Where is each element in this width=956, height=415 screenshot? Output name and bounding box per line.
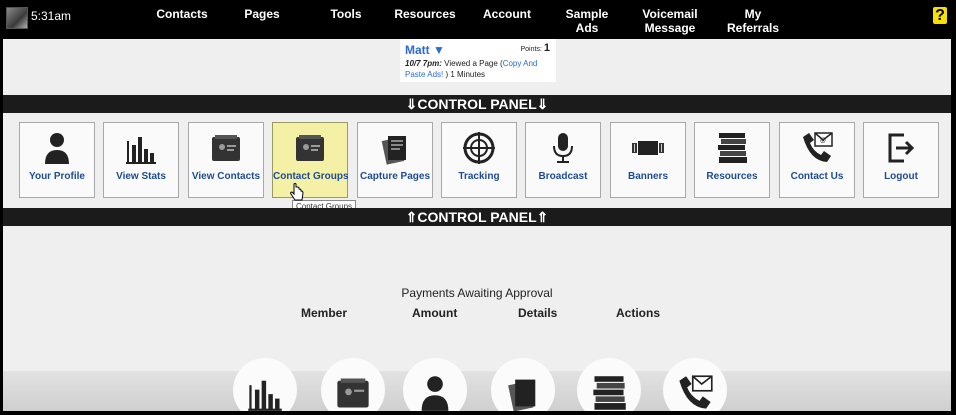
hand-cursor-icon bbox=[290, 183, 304, 201]
nav-sample-ads[interactable]: Sample Ads bbox=[557, 7, 617, 35]
person-icon bbox=[421, 376, 449, 411]
tile-contact-us[interactable]: @ Contact Us bbox=[779, 122, 855, 198]
nav-tools[interactable]: Tools bbox=[316, 7, 376, 21]
pages-stack-icon bbox=[508, 379, 536, 411]
points-counter: Points: 1 bbox=[520, 42, 550, 54]
books-icon bbox=[593, 376, 626, 410]
card-file-icon bbox=[337, 378, 369, 408]
avatar[interactable] bbox=[6, 7, 28, 29]
bottom-dock bbox=[3, 371, 951, 411]
card-file-icon bbox=[296, 135, 324, 161]
tile-view-stats[interactable]: View Stats bbox=[103, 122, 179, 198]
dock-item-profile[interactable] bbox=[403, 358, 467, 411]
crosshair-icon bbox=[463, 132, 495, 164]
help-icon[interactable]: ? bbox=[933, 7, 947, 24]
col-member: Member bbox=[301, 306, 348, 320]
phone-mail-icon bbox=[679, 375, 713, 409]
tile-your-profile[interactable]: Your Profile bbox=[19, 122, 95, 198]
control-panel-header: ⇓CONTROL PANEL⇓ bbox=[3, 95, 951, 113]
person-icon bbox=[45, 133, 69, 164]
col-amount: Amount bbox=[412, 306, 458, 320]
dock-item-contact-us[interactable] bbox=[663, 358, 727, 411]
tile-capture-pages[interactable]: Capture Pages bbox=[357, 122, 433, 198]
banner-icon bbox=[632, 141, 664, 155]
card-file-icon bbox=[212, 135, 240, 161]
notification-user-menu[interactable]: Matt ▼ bbox=[405, 43, 445, 57]
dock-item-stats[interactable] bbox=[233, 358, 297, 411]
tile-view-contacts[interactable]: View Contacts bbox=[188, 122, 264, 198]
app-frame: 5:31am Contacts Pages Tools Resources Ac… bbox=[3, 3, 951, 411]
nav-my-referrals[interactable]: My Referrals bbox=[721, 7, 785, 35]
notification-text: 10/7 7pm: Viewed a Page (Copy And Paste … bbox=[405, 59, 538, 79]
tile-logout[interactable]: Logout bbox=[863, 122, 939, 198]
logout-icon bbox=[888, 133, 915, 163]
nav-pages[interactable]: Pages bbox=[232, 7, 292, 21]
pages-stack-icon bbox=[381, 136, 406, 165]
nav-resources[interactable]: Resources bbox=[390, 7, 460, 21]
tile-broadcast[interactable]: Broadcast bbox=[525, 122, 601, 198]
svg-text:@: @ bbox=[820, 138, 826, 144]
books-icon bbox=[718, 133, 747, 163]
phone-mail-icon: @ bbox=[803, 132, 833, 162]
col-actions: Actions bbox=[616, 306, 661, 320]
dock-item-pages[interactable] bbox=[491, 358, 555, 411]
dock-item-contacts[interactable] bbox=[321, 358, 385, 411]
nav-voicemail-message[interactable]: Voicemail Message bbox=[635, 7, 705, 35]
nav-account[interactable]: Account bbox=[477, 7, 537, 21]
activity-notification: Matt ▼ Points: 1 10/7 7pm: Viewed a Page … bbox=[400, 39, 556, 82]
tile-resources[interactable]: Resources bbox=[694, 122, 770, 198]
tile-banners[interactable]: Banners bbox=[610, 122, 686, 198]
tile-contact-groups[interactable]: Contact Groups bbox=[272, 122, 349, 198]
payments-title: Payments Awaiting Approval bbox=[401, 286, 553, 300]
bar-chart-icon bbox=[126, 137, 156, 164]
nav-contacts[interactable]: Contacts bbox=[152, 7, 212, 21]
microphone-icon bbox=[553, 133, 573, 163]
top-nav: 5:31am Contacts Pages Tools Resources Ac… bbox=[3, 3, 951, 39]
col-details: Details bbox=[518, 306, 558, 320]
clock-time: 5:31am bbox=[31, 9, 72, 23]
control-panel-footer: ⇑CONTROL PANEL⇑ bbox=[3, 208, 951, 226]
dock-item-resources[interactable] bbox=[577, 358, 641, 411]
bar-chart-icon bbox=[248, 380, 282, 411]
tile-tracking[interactable]: Tracking bbox=[441, 122, 517, 198]
